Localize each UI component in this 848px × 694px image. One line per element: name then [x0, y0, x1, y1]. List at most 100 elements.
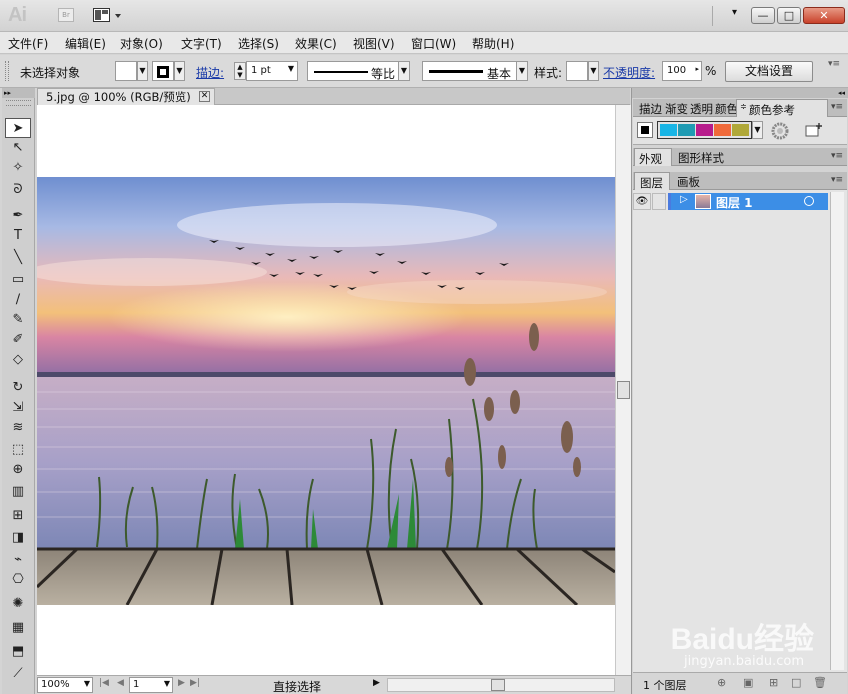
workspace-switcher-arrow[interactable]: ▾	[732, 7, 737, 18]
blend-tool-icon[interactable]: ⎔	[5, 570, 31, 590]
harmony-rules-dropdown[interactable]: ▼	[752, 121, 763, 139]
save-color-group-icon[interactable]	[805, 122, 823, 138]
tab-appearance[interactable]: 外观	[634, 148, 672, 166]
variable-width-profile[interactable]: 等比 ▼	[307, 61, 410, 81]
horizontal-scrollbar[interactable]	[387, 678, 615, 692]
blob-brush-tool-icon[interactable]: ✐	[5, 330, 31, 350]
artboard-tool-icon[interactable]: ⬒	[5, 642, 31, 662]
artboard-canvas[interactable]	[37, 105, 615, 675]
layers-panel-menu-icon[interactable]: ▾≡	[831, 175, 843, 185]
layer-target-icon[interactable]	[804, 196, 814, 206]
menu-type[interactable]: 文字(T)	[181, 35, 222, 52]
symbol-sprayer-tool-icon[interactable]: ✺	[5, 594, 31, 614]
menu-window[interactable]: 窗口(W)	[411, 35, 456, 52]
tab-color[interactable]: 颜色	[715, 101, 738, 117]
document-setup-button[interactable]: 文档设置	[725, 61, 813, 82]
rotate-tool-icon[interactable]: ↻	[5, 378, 31, 398]
workspace-layout-button[interactable]	[93, 7, 123, 23]
tab-graphic-styles[interactable]: 图形样式	[678, 150, 724, 166]
harmony-color-strip[interactable]	[657, 121, 752, 139]
harmony-swatch-3[interactable]	[696, 124, 713, 136]
menu-effect[interactable]: 效果(C)	[295, 35, 337, 52]
free-transform-tool-icon[interactable]: ⬚	[5, 440, 31, 460]
harmony-swatch-2[interactable]	[678, 124, 695, 136]
layer-name[interactable]: 图层 1	[716, 194, 753, 211]
close-document-icon[interactable]: ✕	[199, 91, 210, 102]
horizontal-scroll-thumb[interactable]	[491, 679, 505, 691]
menu-object[interactable]: 对象(O)	[120, 35, 163, 52]
placed-landscape-photo[interactable]	[37, 177, 615, 605]
scale-tool-icon[interactable]: ⇲	[5, 398, 31, 418]
layers-scrollbar[interactable]	[830, 192, 844, 670]
base-color-swatch[interactable]	[637, 122, 653, 138]
paintbrush-tool-icon[interactable]: ∕	[5, 290, 31, 310]
color-wheel-icon[interactable]	[771, 122, 789, 140]
stroke-dropdown[interactable]: ▼	[174, 61, 185, 81]
fill-swatch[interactable]	[115, 61, 137, 81]
previous-artboard-icon[interactable]: ◀	[117, 678, 124, 688]
stroke-weight-field[interactable]: 1 pt ▼	[246, 61, 298, 81]
tab-transparency[interactable]: 透明	[690, 101, 713, 117]
artboard-number-field[interactable]: 1 ▼	[129, 677, 173, 693]
stroke-label-link[interactable]: 描边:	[196, 64, 224, 81]
control-bar-menu-icon[interactable]: ▾≡	[828, 59, 840, 69]
new-layer-icon[interactable]: □	[791, 676, 801, 689]
shape-builder-tool-icon[interactable]: ⊕	[5, 460, 31, 480]
layer-row[interactable]: ▷ 图层 1	[668, 193, 828, 210]
menu-file[interactable]: 文件(F)	[8, 35, 48, 52]
pen-tool-icon[interactable]: ✒	[5, 206, 31, 226]
harmony-swatch-1[interactable]	[660, 124, 677, 136]
style-dropdown[interactable]: ▼	[588, 61, 599, 81]
color-panel-menu-icon[interactable]: ▾≡	[831, 102, 843, 112]
menu-edit[interactable]: 编辑(E)	[65, 35, 106, 52]
new-sublayer-icon[interactable]: ⊞	[769, 676, 778, 689]
bridge-button[interactable]: Br	[58, 8, 74, 22]
eraser-tool-icon[interactable]: ◇	[5, 350, 31, 370]
magic-wand-tool-icon[interactable]: ✧	[5, 158, 31, 178]
mesh-tool-icon[interactable]: ⊞	[5, 506, 31, 526]
maximize-button[interactable]: □	[777, 7, 801, 24]
layer-lock-toggle[interactable]	[652, 193, 666, 210]
column-graph-tool-icon[interactable]: ▦	[5, 618, 31, 638]
zoom-field[interactable]: 100% ▼	[37, 677, 93, 693]
perspective-grid-tool-icon[interactable]: ▥	[5, 482, 31, 502]
expand-layer-icon[interactable]: ▷	[680, 194, 688, 205]
document-tab[interactable]: 5.jpg @ 100% (RGB/预览) ✕	[37, 88, 215, 105]
delete-layer-icon[interactable]: 🗑	[813, 676, 827, 689]
warp-tool-icon[interactable]: ≋	[5, 418, 31, 438]
slice-tool-icon[interactable]: ⟋	[5, 664, 31, 684]
opacity-field[interactable]: 100 ▸	[662, 61, 702, 81]
tab-artboards[interactable]: 画板	[677, 174, 700, 190]
brush-definition[interactable]: 基本 ▼	[422, 61, 528, 81]
gradient-tool-icon[interactable]: ◨	[5, 528, 31, 548]
first-artboard-icon[interactable]: |◀	[99, 678, 109, 688]
tab-color-guide[interactable]: ≑ 颜色参考	[736, 99, 828, 117]
pencil-tool-icon[interactable]: ✎	[5, 310, 31, 330]
vertical-scrollbar[interactable]	[615, 105, 631, 675]
type-tool-icon[interactable]: T	[5, 226, 31, 246]
vertical-scroll-thumb[interactable]	[617, 381, 630, 399]
rectangle-tool-icon[interactable]: ▭	[5, 270, 31, 290]
status-menu-arrow[interactable]: ▶	[373, 678, 380, 688]
appearance-panel-menu-icon[interactable]: ▾≡	[831, 151, 843, 161]
layer-visibility-icon[interactable]: 👁	[633, 193, 651, 210]
menu-view[interactable]: 视图(V)	[353, 35, 395, 52]
tab-gradient[interactable]: 渐变	[665, 101, 688, 117]
locate-object-icon[interactable]: ⊕	[717, 676, 726, 689]
tab-stroke[interactable]: 描边	[639, 101, 662, 117]
stroke-weight-stepper[interactable]: ▲ ▼	[234, 62, 246, 80]
fill-dropdown[interactable]: ▼	[137, 61, 148, 81]
make-clipping-mask-icon[interactable]: ▣	[743, 676, 753, 689]
tab-layers[interactable]: 图层	[634, 172, 670, 190]
close-button[interactable]: ✕	[803, 7, 845, 24]
eyedropper-tool-icon[interactable]: ⌁	[5, 550, 31, 570]
minimize-button[interactable]: —	[751, 7, 775, 24]
menu-select[interactable]: 选择(S)	[238, 35, 279, 52]
harmony-swatch-5[interactable]	[732, 124, 749, 136]
harmony-swatch-4[interactable]	[714, 124, 731, 136]
next-artboard-icon[interactable]: ▶	[178, 678, 185, 688]
direct-selection-tool-icon[interactable]: ↖	[5, 138, 31, 158]
line-tool-icon[interactable]: ╲	[5, 248, 31, 268]
lasso-tool-icon[interactable]: ᘐ	[5, 180, 31, 200]
stroke-swatch[interactable]	[152, 61, 174, 81]
